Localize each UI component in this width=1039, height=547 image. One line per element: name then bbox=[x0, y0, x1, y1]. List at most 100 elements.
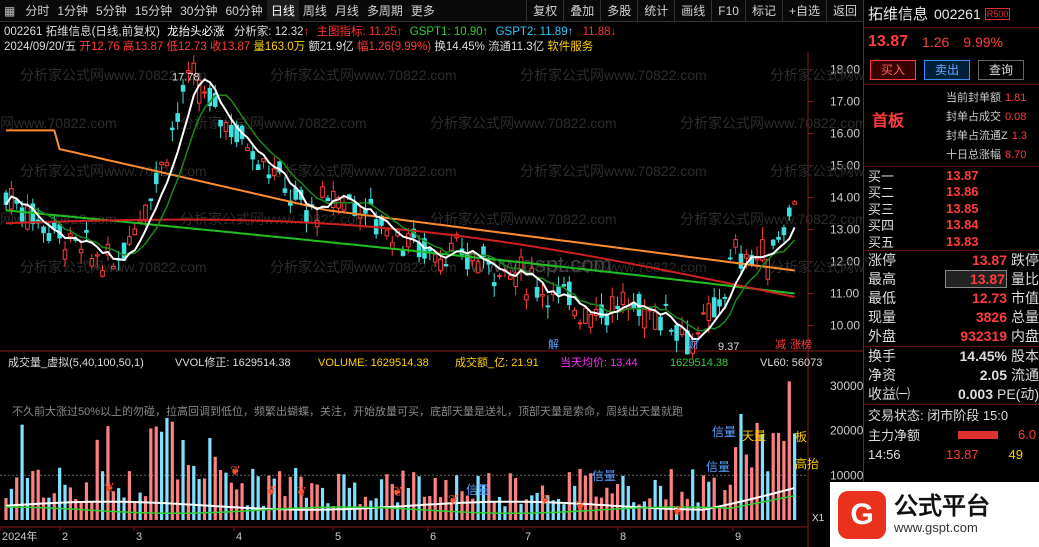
volume-bar bbox=[224, 472, 228, 520]
stat-row: 换手 14.45% 股本 bbox=[864, 347, 1039, 366]
quote-stats: 涨停 13.87 跌停 最高 13.87 量比 最低 12.73 市值 现量 3826 总量 外盘 932… bbox=[864, 251, 1039, 347]
candle-body bbox=[475, 261, 481, 274]
volume-bar bbox=[15, 477, 19, 520]
volume-header-5: 1629514.38 bbox=[670, 357, 728, 369]
quote-panel: 拓维信息 002261 R500 13.87 1.26 9.99% 买入 卖出 … bbox=[863, 0, 1039, 547]
candle-body bbox=[572, 309, 577, 317]
candle-body bbox=[733, 239, 738, 248]
indicator-name[interactable]: 龙抬头必涨 bbox=[167, 26, 225, 38]
menu-icon[interactable]: ▦ bbox=[0, 0, 19, 22]
period-tab-4[interactable]: 30分钟 bbox=[176, 0, 221, 22]
candle-body bbox=[561, 284, 567, 287]
orderbook-price: 13.84 bbox=[946, 217, 979, 233]
toolbar-right-0[interactable]: 复权 bbox=[526, 0, 563, 22]
volume-tag: 信量 bbox=[592, 469, 616, 483]
volume-bar bbox=[519, 503, 523, 520]
candle-body bbox=[556, 286, 561, 295]
toolbar-right-8[interactable]: 返回 bbox=[825, 0, 863, 22]
period-tab-8[interactable]: 月线 bbox=[331, 0, 363, 22]
butterfly-icon: ❦ bbox=[448, 493, 459, 508]
toolbar-right-4[interactable]: 画线 bbox=[674, 0, 711, 22]
kline-chart[interactable]: 18.0017.0016.0015.0014.0013.0012.0011.00… bbox=[0, 52, 863, 547]
sell-button[interactable]: 卖出 bbox=[924, 60, 970, 80]
volume-bar bbox=[58, 467, 62, 520]
buy-button[interactable]: 买入 bbox=[870, 60, 916, 80]
toolbar-right-6[interactable]: 标记 bbox=[744, 0, 782, 22]
volume-bar bbox=[186, 465, 191, 520]
candle-body bbox=[132, 228, 138, 236]
volume-header-3: 成交额_亿: 21.91 bbox=[455, 355, 539, 369]
volume-bar bbox=[4, 498, 8, 520]
volume-bar bbox=[712, 477, 716, 520]
toolbar-right-1[interactable]: 叠加 bbox=[563, 0, 600, 22]
period-tab-5[interactable]: 60分钟 bbox=[221, 0, 266, 22]
stat-label: 净资 bbox=[868, 367, 896, 383]
time-axis-label: 2 bbox=[62, 531, 68, 543]
volume-bar bbox=[771, 433, 775, 520]
volume-bar bbox=[149, 428, 153, 520]
volume-bar bbox=[621, 475, 625, 520]
candle-body bbox=[330, 190, 336, 209]
toolbar-right-2[interactable]: 多股 bbox=[600, 0, 637, 22]
period-tab-6[interactable]: 日线 bbox=[266, 0, 299, 22]
period-tab-0[interactable]: 分时 bbox=[21, 0, 53, 22]
toolbar-right-5[interactable]: F10 bbox=[711, 0, 745, 22]
limit-stat-value: 0.08 bbox=[1005, 111, 1027, 123]
candle-body bbox=[443, 264, 449, 267]
volume-bar bbox=[202, 478, 207, 520]
tick-price: 13.87 bbox=[946, 447, 979, 462]
period-tab-1[interactable]: 1分钟 bbox=[53, 0, 92, 22]
volume-bar bbox=[315, 484, 319, 520]
volume-bar bbox=[36, 469, 40, 520]
query-button[interactable]: 查询 bbox=[978, 60, 1024, 80]
limit-up-panel: 首板 当前封单额 1.81 封单占成交 0.08 封单占流通Z 1.3 十日总涨幅 8.70 bbox=[864, 85, 1039, 167]
candle-body bbox=[754, 257, 760, 261]
stat-value: 14.45% bbox=[959, 348, 1007, 364]
candle-body bbox=[320, 186, 325, 198]
main-net-label: 主力净额 bbox=[868, 428, 921, 443]
candle-body bbox=[744, 253, 749, 259]
volume-bar bbox=[192, 465, 196, 520]
candle-body bbox=[711, 297, 717, 318]
stat-label: 换手 bbox=[868, 348, 896, 364]
volume-bar bbox=[320, 487, 325, 520]
volume-bar bbox=[256, 476, 260, 520]
stat-label: 最低 bbox=[868, 290, 896, 306]
volume-header-4: 当天均价: 13.44 bbox=[560, 355, 638, 369]
volume-bar bbox=[793, 433, 797, 520]
candle-body bbox=[776, 236, 781, 240]
volume-bar bbox=[648, 498, 652, 520]
toolbar-right-3[interactable]: 统计 bbox=[637, 0, 674, 22]
volume-bar bbox=[47, 497, 51, 520]
volume-bar bbox=[776, 432, 781, 520]
volume-bar bbox=[422, 496, 427, 520]
volume-bar bbox=[626, 485, 630, 520]
period-tab-10[interactable]: 更多 bbox=[407, 0, 439, 22]
butterfly-icon: ❦ bbox=[230, 464, 241, 479]
time-axis-label: 6 bbox=[430, 531, 436, 543]
stat-value: 13.87 bbox=[945, 270, 1007, 288]
volume-bar bbox=[567, 472, 571, 520]
toolbar-right-7[interactable]: +自选 bbox=[781, 0, 826, 22]
volume-tick-label: 30000 bbox=[830, 379, 863, 393]
candle-body bbox=[701, 312, 706, 315]
limit-stat-row: 封单占成交 0.08 bbox=[946, 108, 1026, 124]
candle-body bbox=[652, 311, 658, 330]
volume-bar bbox=[787, 381, 791, 520]
volume-tag: 信量 bbox=[712, 425, 736, 439]
period-tab-3[interactable]: 15分钟 bbox=[131, 0, 176, 22]
volume-bar bbox=[374, 498, 378, 520]
candle-body bbox=[738, 253, 744, 269]
volume-header-6: VL60: 56073 bbox=[760, 357, 822, 369]
orderbook-price: 13.83 bbox=[946, 233, 979, 249]
volume-bar bbox=[615, 484, 620, 520]
candle-body bbox=[706, 303, 712, 322]
period-tab-9[interactable]: 多周期 bbox=[363, 0, 407, 22]
volume-tag: 天量 bbox=[742, 429, 766, 443]
butterfly-icon: ❦ bbox=[672, 504, 683, 519]
stock-name: 拓维信息 bbox=[868, 6, 929, 23]
period-tab-7[interactable]: 周线 bbox=[299, 0, 331, 22]
period-tab-2[interactable]: 5分钟 bbox=[92, 0, 131, 22]
time-axis-label: 5 bbox=[335, 531, 341, 543]
volume-tag: 信量 bbox=[466, 483, 490, 497]
